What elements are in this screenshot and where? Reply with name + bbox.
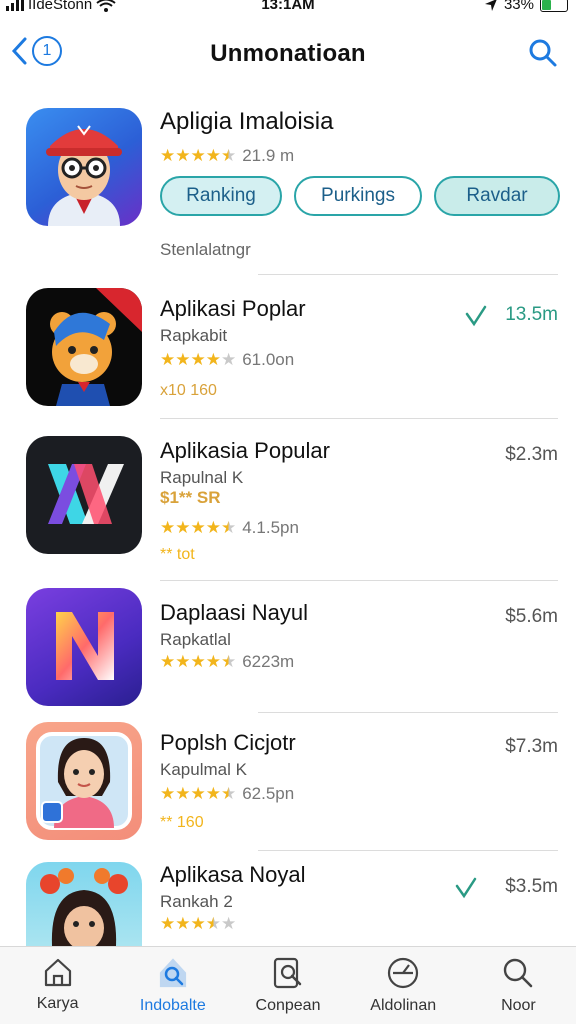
battery-percent: 33% [503,0,534,13]
app-name: Poplsh Cicjotr [160,730,296,755]
divider [160,418,558,419]
list-item[interactable]: Aplikasi Poplar Rapkabit ★★★★★ 61.0on x1… [0,288,576,406]
app-price[interactable]: 13.5m [505,304,558,326]
extra-stat: ** tot [160,546,195,563]
nav-bar: 1 Unmonatioan [0,28,576,80]
status-bar: IIdeStonn 13:1AM 33% [0,0,576,16]
app-icon [26,436,142,554]
app-rating-label: $1** SR [160,488,220,508]
tab-karya[interactable]: Karya [0,947,115,1024]
divider [258,712,558,713]
tab-label: Conpean [255,997,321,1014]
featured-subtitle: Stenlalatngr [160,240,251,259]
star-rating: ★★★★★ [160,914,237,933]
app-category: Kapulmal K [160,760,247,779]
tab-label: Indobalte [139,997,206,1014]
app-rating: ★★★★★ 61.0on [160,350,294,370]
filter-pills: Ranking Purkings Ravdar [160,176,560,216]
app-rating: ★★★★★ 62.5pn [160,784,294,804]
star-rating: ★★★★★ [160,784,237,803]
app-price[interactable]: $2.3m [505,444,558,466]
app-name: Aplikasa Noyal [160,862,306,887]
app-category: Rapkatlal [160,630,231,649]
battery-icon [540,0,568,12]
app-price[interactable]: $7.3m [505,736,558,758]
rating-count: 62.5pn [242,784,295,803]
featured-app-name: Apligia Imaloisia [160,108,334,135]
featured-rating: ★★★★★ 21.9 m [160,146,294,166]
list-item[interactable]: Aplikasa Noyal Rankah 2 ★★★★★ $3.5m [0,862,576,946]
app-name: Aplikasi Poplar [160,296,306,321]
tab-label: Noor [501,997,536,1014]
home-icon [44,958,71,987]
star-rating: ★★★★★ [160,518,237,537]
search-icon [504,958,533,988]
list-item[interactable]: Daplaasi Nayul Rapkatlal ★★★★★ 6223m $5.… [0,588,576,706]
tab-bar: Karya Indobalte Conpean Aldolinan Noor [0,946,576,1024]
app-rating: ★★★★★ 6223m [160,652,294,672]
app-price[interactable]: $5.6m [505,606,558,628]
app-extra: x10 160 [160,382,217,400]
star-rating: ★★★★★ [160,146,237,165]
search-doc-icon [273,957,302,989]
divider [160,580,558,581]
page-title: Unmonatioan [210,40,366,67]
app-name: Daplaasi Nayul [160,600,308,625]
app-category: Rapkabit [160,326,228,345]
compass-icon [388,957,419,989]
divider [258,274,558,275]
app-icon [26,722,142,840]
ranking-pill[interactable]: Ranking [160,176,282,216]
rating-count: 6223m [242,652,295,671]
discover-icon [159,958,186,988]
tab-aldolinan[interactable]: Aldolinan [346,947,461,1024]
download-icon[interactable] [464,304,488,328]
download-icon[interactable] [454,876,478,900]
app-price[interactable]: $3.5m [505,876,558,898]
star-rating: ★★★★★ [160,652,237,671]
tab-indobalte[interactable]: Indobalte [115,947,230,1024]
extra-stat: x10 160 [160,382,217,399]
rating-count: 21.9 m [242,146,295,165]
app-icon [26,862,142,946]
location-icon [484,0,497,11]
app-category: Rankah 2 [160,892,233,911]
rating-count: 4.1.5pn [242,518,299,537]
tab-label: Aldolinan [370,997,437,1014]
extra-stat: ** 160 [160,814,204,831]
search-button[interactable] [528,38,558,73]
app-extra: ** tot [160,546,195,564]
list-item[interactable]: Aplikasia Popular Rapulnal K $1** SR ★★★… [0,436,576,568]
app-extra: ** 160 [160,814,204,832]
app-rating: ★★★★★ 4.1.5pn [160,518,299,538]
app-category: Rapulnal K [160,468,244,487]
ravdar-pill[interactable]: Ravdar [434,176,560,216]
status-right: 33% [484,0,568,13]
search-icon [529,39,557,67]
app-name: Aplikasia Popular [160,438,330,463]
rating-count: 61.0on [242,350,295,369]
app-icon [26,288,142,406]
star-rating: ★★★★★ [160,350,237,369]
divider [258,850,558,851]
list-item[interactable]: Poplsh Cicjotr Kapulmal K ★★★★★ 62.5pn *… [0,722,576,840]
purkings-pill[interactable]: Purkings [294,176,422,216]
featured-app[interactable]: Apligia Imaloisia ★★★★★ 21.9 m Ranking P… [0,108,576,268]
tab-label: Karya [36,995,79,1012]
rating-label: $1** SR [160,488,221,507]
tab-conpean[interactable]: Conpean [230,947,345,1024]
featured-app-icon [26,108,142,226]
app-icon [26,588,142,706]
app-rating: ★★★★★ [160,914,236,934]
tab-noor[interactable]: Noor [461,947,576,1024]
